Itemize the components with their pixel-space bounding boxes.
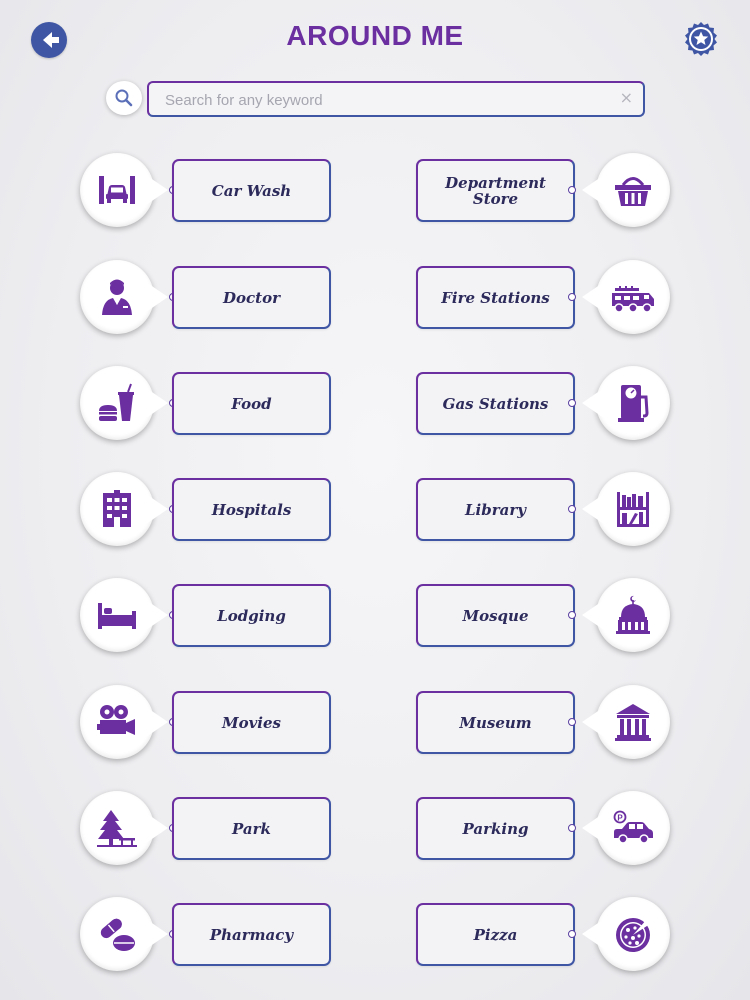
category-icon-bubble <box>582 366 670 440</box>
category-pharmacy[interactable]: Pharmacy <box>78 897 338 973</box>
mosque-icon <box>616 595 650 634</box>
category-icon-bubble <box>80 791 168 865</box>
category-icon-bubble <box>80 897 168 971</box>
category-label: Movies <box>221 713 281 732</box>
pizza-icon <box>616 918 650 952</box>
food-icon <box>99 383 134 421</box>
category-label-box: Hospitals <box>172 478 331 541</box>
category-label: Pizza <box>473 925 518 944</box>
category-label: Doctor <box>223 288 280 307</box>
doctor-icon <box>102 279 132 315</box>
category-movies[interactable]: Movies <box>78 685 338 761</box>
category-row: Lodging Mosque <box>0 578 750 658</box>
category-fire-stations[interactable]: Fire Stations <box>414 260 674 336</box>
bed-icon <box>98 603 136 629</box>
category-icon-bubble <box>582 153 670 227</box>
category-label: Mosque <box>462 606 529 625</box>
category-label: Department Store <box>445 173 546 208</box>
category-label-box: Department Store <box>416 159 575 222</box>
category-label: Hospitals <box>211 500 292 519</box>
basket-icon <box>615 177 651 206</box>
category-label-box: Pharmacy <box>172 903 331 966</box>
category-icon-bubble <box>80 578 168 652</box>
gas-pump-icon <box>618 385 649 422</box>
category-label-box: Lodging <box>172 584 331 647</box>
car-wash-icon <box>99 176 135 204</box>
category-row: Movies Museum <box>0 685 750 765</box>
category-label: Gas Stations <box>442 394 549 413</box>
category-lodging[interactable]: Lodging <box>78 578 338 654</box>
bookshelf-icon <box>617 492 649 527</box>
category-row: Food Gas Stations <box>0 366 750 446</box>
category-icon-bubble <box>80 366 168 440</box>
pills-icon <box>100 918 135 951</box>
category-row: Car Wash Department Store <box>0 153 750 233</box>
category-row: Hospitals Library <box>0 472 750 552</box>
category-label: Library <box>465 500 526 519</box>
category-label-box: Library <box>416 478 575 541</box>
movie-camera-icon <box>97 705 135 735</box>
category-label-box: Gas Stations <box>416 372 575 435</box>
category-icon-bubble: P <box>582 791 670 865</box>
category-icon-bubble <box>80 685 168 759</box>
category-label: Museum <box>459 713 532 732</box>
category-label: Lodging <box>217 606 286 625</box>
category-label-box: Park <box>172 797 331 860</box>
category-label-box: Fire Stations <box>416 266 575 329</box>
category-pizza[interactable]: Pizza <box>414 897 674 973</box>
category-icon-bubble <box>582 260 670 334</box>
category-icon-bubble <box>582 897 670 971</box>
category-icon-bubble <box>80 260 168 334</box>
category-label-box: Mosque <box>416 584 575 647</box>
category-label-box: Car Wash <box>172 159 331 222</box>
museum-icon <box>615 704 651 741</box>
category-label: Car Wash <box>211 181 292 200</box>
category-label: Parking <box>462 819 529 838</box>
category-doctor[interactable]: Doctor <box>78 260 338 336</box>
hospital-icon <box>103 490 131 527</box>
category-gas-stations[interactable]: Gas Stations <box>414 366 674 442</box>
category-row: Doctor Fire Stations <box>0 260 750 340</box>
category-museum[interactable]: Museum <box>414 685 674 761</box>
around-me-screen: AROUND ME × <box>0 0 750 1000</box>
category-icon-bubble <box>80 472 168 546</box>
category-park[interactable]: Park <box>78 791 338 867</box>
category-icon-bubble <box>582 578 670 652</box>
category-icon-bubble <box>582 472 670 546</box>
tree-bench-icon <box>97 810 137 847</box>
category-hospitals[interactable]: Hospitals <box>78 472 338 548</box>
category-label-box: Parking <box>416 797 575 860</box>
category-department-store[interactable]: Department Store <box>414 153 674 229</box>
category-icon-bubble <box>80 153 168 227</box>
category-label: Pharmacy <box>209 925 294 944</box>
category-car-wash[interactable]: Car Wash <box>78 153 338 229</box>
parking-car-icon: P <box>613 810 653 844</box>
category-label-box: Movies <box>172 691 331 754</box>
category-mosque[interactable]: Mosque <box>414 578 674 654</box>
category-food[interactable]: Food <box>78 366 338 442</box>
category-library[interactable]: Library <box>414 472 674 548</box>
category-row: Pharmacy Pizza <box>0 897 750 977</box>
category-label-box: Food <box>172 372 331 435</box>
category-label-box: Museum <box>416 691 575 754</box>
svg-text:P: P <box>617 813 623 822</box>
category-row: Park Parking P <box>0 791 750 871</box>
fire-truck-icon <box>612 286 654 313</box>
category-label: Park <box>232 819 271 838</box>
category-label-box: Doctor <box>172 266 331 329</box>
category-grid: Car Wash Department Store Doctor Fire St… <box>0 0 750 1000</box>
category-label: Food <box>231 394 272 413</box>
category-label-box: Pizza <box>416 903 575 966</box>
category-icon-bubble <box>582 685 670 759</box>
category-label: Fire Stations <box>441 288 550 307</box>
category-parking[interactable]: Parking P <box>414 791 674 867</box>
